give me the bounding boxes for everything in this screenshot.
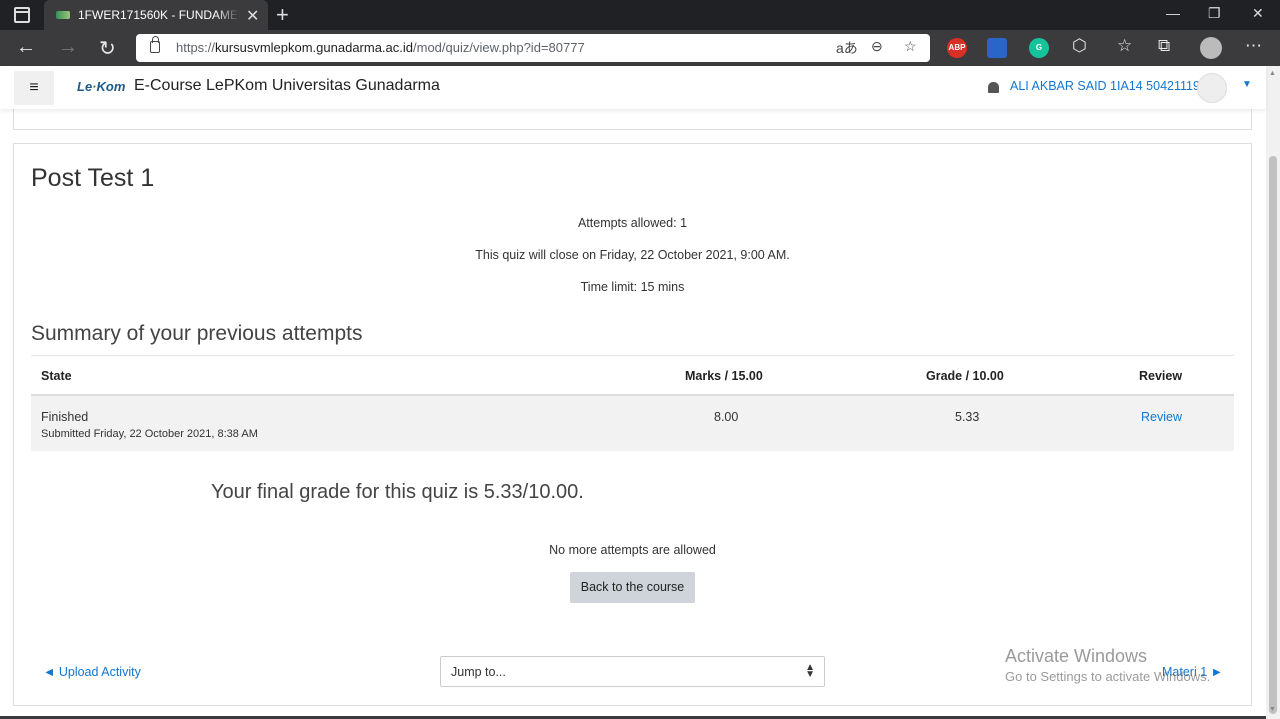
extensions-icon[interactable]: ⬡	[1072, 36, 1087, 56]
back-arrow-icon[interactable]: ←	[16, 36, 36, 59]
notification-bell-icon[interactable]	[988, 82, 999, 93]
select-arrows-icon: ▲ ▼	[805, 662, 815, 680]
scroll-down-icon[interactable]: ▼	[1269, 706, 1276, 713]
more-options-icon[interactable]: ⋯	[1245, 36, 1262, 56]
final-grade: Your final grade for this quiz is 5.33/1…	[211, 481, 584, 503]
table-row: Finished Submitted Friday, 22 October 20…	[31, 396, 1234, 451]
lock-icon[interactable]	[150, 36, 160, 53]
header-review: Review	[1139, 369, 1183, 383]
url-text[interactable]: https://kursusvmlepkom.gunadarma.ac.id/m…	[176, 40, 585, 55]
favorites-icon[interactable]: ☆	[1117, 36, 1132, 56]
address-bar[interactable]: https://kursusvmlepkom.gunadarma.ac.id/m…	[136, 34, 930, 62]
forward-arrow-icon[interactable]: →	[58, 36, 78, 59]
scroll-thumb[interactable]	[1269, 156, 1277, 714]
close-date-info: This quiz will close on Friday, 22 Octob…	[475, 248, 790, 262]
scroll-up-icon[interactable]: ▲	[1269, 70, 1276, 77]
site-name-link[interactable]: E-Course LePKom Universitas Gunadarma	[134, 77, 440, 95]
refresh-icon[interactable]: ↻	[99, 36, 116, 61]
tab-title: 1FWER171560K - FUNDAMENTALS	[78, 8, 240, 22]
attempts-allowed: Attempts allowed: 1	[577, 216, 688, 230]
page-scrollbar[interactable]: ▲ ▼	[1266, 66, 1280, 719]
attempt-marks: 8.00	[714, 410, 739, 424]
tab-close-icon[interactable]: ✕	[246, 6, 259, 26]
browser-tab[interactable]: 1FWER171560K - FUNDAMENTALS ✕	[44, 0, 268, 30]
browser-toolbar: ← → ↻ https://kursusvmlepkom.gunadarma.a…	[0, 30, 1280, 66]
site-navbar: ≡ Le·Kom E-Course LePKom Universitas Gun…	[0, 66, 1266, 109]
back-to-course-button[interactable]: Back to the course	[570, 572, 695, 603]
minimize-icon[interactable]: —	[1166, 5, 1180, 21]
window-close-icon[interactable]: ✕	[1252, 5, 1264, 22]
header-state: State	[41, 369, 72, 383]
jump-to-select[interactable]: Jump to... ▲ ▼	[440, 656, 825, 687]
browser-titlebar: 1FWER171560K - FUNDAMENTALS ✕ + — ❐ ✕	[0, 0, 1280, 30]
prev-activity-link[interactable]: ◄ Upload Activity	[43, 665, 141, 679]
time-limit-info: Time limit: 15 mins	[580, 280, 685, 294]
tab-actions-icon[interactable]	[14, 7, 30, 23]
zoom-out-icon[interactable]: ⊖	[871, 38, 883, 55]
attempt-grade: 5.33	[955, 410, 980, 424]
extension-icon[interactable]	[987, 38, 1007, 58]
chevron-down-icon[interactable]: ▼	[1242, 79, 1252, 90]
site-favicon-icon	[56, 11, 70, 19]
new-tab-icon[interactable]: +	[276, 2, 289, 28]
quiz-card: Post Test 1 Attempts allowed: 1 This qui…	[13, 143, 1252, 706]
restore-icon[interactable]: ❐	[1208, 5, 1221, 22]
site-logo[interactable]: Le·Kom	[77, 79, 125, 94]
page-title: Post Test 1	[31, 164, 155, 192]
grammarly-extension-icon[interactable]: G	[1029, 38, 1049, 58]
table-header: State Marks / 15.00 Grade / 10.00 Review	[31, 355, 1234, 396]
attempt-state: Finished	[41, 410, 89, 424]
attempt-submitted: Submitted Friday, 22 October 2021, 8:38 …	[41, 428, 258, 440]
activate-windows-watermark: Activate Windows Go to Settings to activ…	[1005, 646, 1210, 684]
watermark-subtitle: Go to Settings to activate Windows.	[1005, 669, 1211, 684]
add-favorite-icon[interactable]: ☆	[904, 38, 917, 55]
collections-icon[interactable]: ⧉	[1158, 36, 1170, 56]
review-link[interactable]: Review	[1141, 410, 1182, 424]
user-avatar[interactable]	[1197, 73, 1227, 103]
jump-to-value: Jump to...	[451, 665, 506, 679]
user-menu-name[interactable]: ALI AKBAR SAID 1IA14 50421119	[1010, 79, 1200, 93]
watermark-title: Activate Windows	[1005, 646, 1148, 666]
menu-toggle-button[interactable]: ≡	[14, 71, 54, 105]
no-more-attempts: No more attempts are allowed	[549, 543, 716, 557]
profile-avatar-icon[interactable]	[1200, 37, 1222, 59]
read-aloud-icon[interactable]: aあ	[836, 38, 858, 58]
attempts-table: State Marks / 15.00 Grade / 10.00 Review…	[31, 355, 1234, 451]
summary-heading: Summary of your previous attempts	[31, 322, 363, 345]
header-marks: Marks / 15.00	[685, 369, 763, 383]
adblock-extension-icon[interactable]: ABP	[947, 38, 967, 58]
header-grade: Grade / 10.00	[926, 369, 1004, 383]
